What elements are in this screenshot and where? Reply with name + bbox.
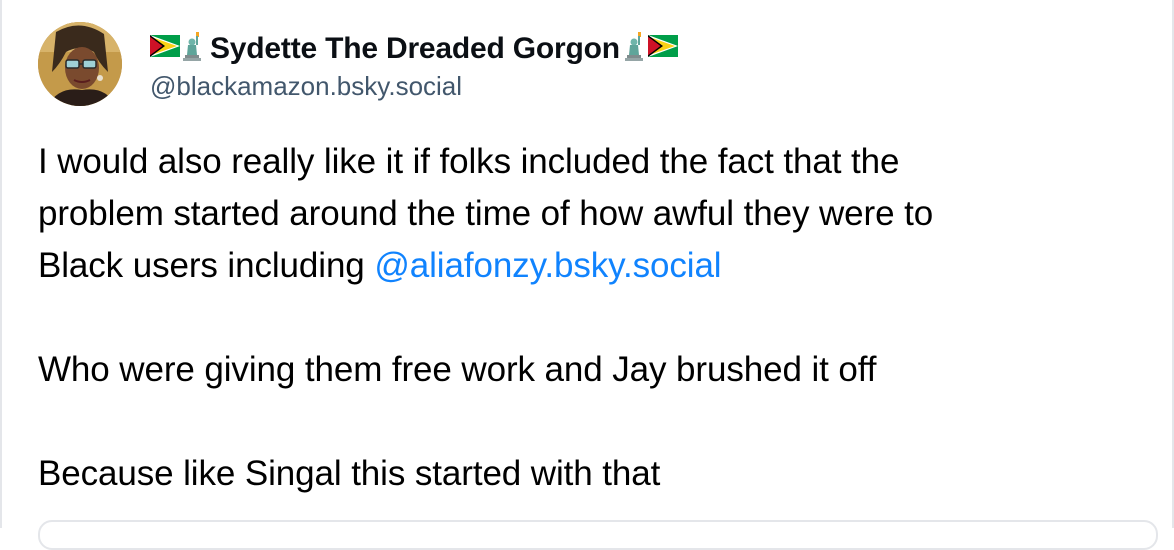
post-text: I would also really like it if folks inc… xyxy=(38,136,1148,500)
author-handle[interactable]: @blackamazon.bsky.social xyxy=(150,71,680,102)
post-text-line: I would also really like it if folks inc… xyxy=(38,142,900,181)
avatar[interactable] xyxy=(38,22,122,106)
post-text-line: Because like Singal this started with th… xyxy=(38,454,661,493)
display-name-row[interactable]: Sydette The Dreaded Gorgon xyxy=(150,27,680,71)
post-header: Sydette The Dreaded Gorgon @blackamazon.… xyxy=(38,22,680,106)
mention-link[interactable]: @aliafonzy.bsky.social xyxy=(374,246,721,285)
post-text-line: Who were giving them free work and Jay b… xyxy=(38,350,877,389)
post-card[interactable]: Sydette The Dreaded Gorgon @blackamazon.… xyxy=(0,0,1174,550)
display-name: Sydette The Dreaded Gorgon xyxy=(210,31,620,65)
guyana-flag-icon xyxy=(150,35,180,62)
post-text-line: Black users including @aliafonzy.bsky.so… xyxy=(38,240,1148,292)
post-text-segment: Black users including xyxy=(38,246,375,285)
statue-of-liberty-icon xyxy=(182,31,204,66)
embed-card[interactable] xyxy=(38,520,1158,550)
author-names: Sydette The Dreaded Gorgon @blackamazon.… xyxy=(150,27,680,102)
statue-of-liberty-icon xyxy=(624,31,646,66)
guyana-flag-icon xyxy=(647,35,678,62)
post-text-line: problem started around the time of how a… xyxy=(38,194,934,233)
